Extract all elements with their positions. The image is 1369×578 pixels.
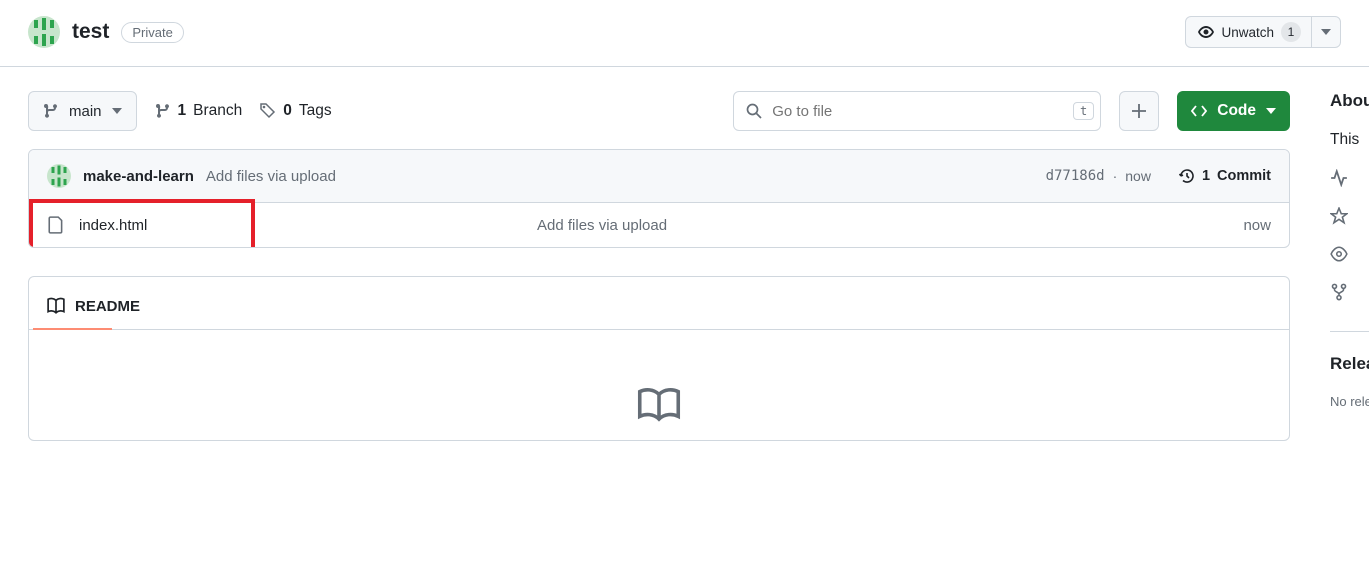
watch-count: 1 xyxy=(1281,22,1301,42)
file-commit-message[interactable]: Add files via upload xyxy=(537,217,1243,234)
readme-panel: README xyxy=(28,276,1290,441)
go-to-file-search[interactable]: t xyxy=(733,91,1101,131)
triangle-down-icon xyxy=(112,108,122,114)
commit-hash[interactable]: d77186d xyxy=(1046,168,1105,184)
about-heading: About xyxy=(1330,91,1369,111)
branch-count: 1 xyxy=(178,102,187,120)
plus-icon xyxy=(1131,103,1147,119)
star-icon[interactable] xyxy=(1330,207,1348,225)
fork-icon[interactable] xyxy=(1330,283,1348,301)
add-file-button[interactable] xyxy=(1119,91,1159,131)
eye-icon xyxy=(1198,24,1214,40)
readme-tab[interactable]: README xyxy=(47,287,150,329)
readme-body xyxy=(29,330,1289,440)
book-icon xyxy=(637,386,681,422)
file-time: now xyxy=(1243,217,1271,234)
tag-count: 0 xyxy=(283,102,292,120)
triangle-down-icon xyxy=(1321,29,1331,35)
code-icon xyxy=(1191,103,1207,119)
commit-count-num: 1 xyxy=(1202,168,1210,184)
file-row[interactable]: index.html Add files via upload now xyxy=(29,203,1289,247)
tags-link[interactable]: 0 Tags xyxy=(260,102,331,120)
branch-label: Branch xyxy=(193,102,242,120)
history-icon xyxy=(1179,168,1195,184)
tag-label: Tags xyxy=(299,102,332,120)
repo-sidebar: About This Releases No releases xyxy=(1290,67,1369,441)
watch-dropdown-button[interactable] xyxy=(1311,17,1340,47)
releases-text: No releases xyxy=(1330,394,1369,409)
branches-link[interactable]: 1 Branch xyxy=(155,102,243,120)
commit-sep: · xyxy=(1113,168,1118,184)
file-icon xyxy=(47,215,65,235)
activity-icon[interactable] xyxy=(1330,169,1348,187)
files-panel: make-and-learn Add files via upload d771… xyxy=(28,149,1290,248)
search-input[interactable] xyxy=(772,103,1063,120)
repo-name[interactable]: test xyxy=(72,20,109,44)
git-branch-icon xyxy=(43,103,59,119)
repo-header: test Private Unwatch 1 xyxy=(0,0,1369,67)
commit-count-label: Commit xyxy=(1217,168,1271,184)
commit-author-avatar[interactable] xyxy=(47,164,71,188)
commit-author[interactable]: make-and-learn xyxy=(83,168,194,185)
file-name[interactable]: index.html xyxy=(79,217,147,234)
readme-tab-label: README xyxy=(75,298,140,315)
book-icon xyxy=(47,297,65,315)
readme-tabbar: README xyxy=(29,277,1289,330)
commit-time: now xyxy=(1125,168,1151,184)
owner-avatar[interactable] xyxy=(28,16,60,48)
last-commit-row: make-and-learn Add files via upload d771… xyxy=(29,150,1289,203)
eye-icon[interactable] xyxy=(1330,245,1348,263)
tag-icon xyxy=(260,103,276,119)
releases-heading: Releases xyxy=(1330,354,1369,374)
commit-message[interactable]: Add files via upload xyxy=(206,168,336,185)
repo-title-group: test Private xyxy=(28,16,184,48)
search-icon xyxy=(746,103,762,119)
branch-select-button[interactable]: main xyxy=(28,91,137,131)
watch-label: Unwatch xyxy=(1221,25,1274,40)
code-button[interactable]: Code xyxy=(1177,91,1290,131)
code-label: Code xyxy=(1217,102,1256,120)
search-kbd-hint: t xyxy=(1073,102,1094,120)
branch-name: main xyxy=(69,103,102,120)
git-branch-icon xyxy=(155,103,171,119)
visibility-badge: Private xyxy=(121,22,183,43)
unwatch-button[interactable]: Unwatch 1 xyxy=(1186,22,1311,42)
triangle-down-icon xyxy=(1266,108,1276,114)
repo-toolbar: main 1 Branch 0 Tags t xyxy=(28,91,1290,131)
about-text: This xyxy=(1330,131,1369,149)
commits-link[interactable]: 1 Commit xyxy=(1179,168,1271,184)
watch-button-group: Unwatch 1 xyxy=(1185,16,1341,48)
